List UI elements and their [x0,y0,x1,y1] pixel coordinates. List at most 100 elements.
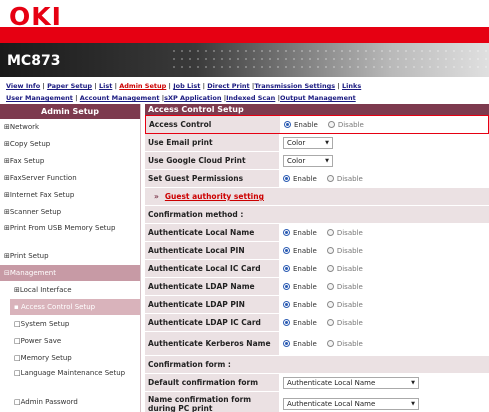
default-form-select[interactable]: Authenticate Local Name ▼ [283,376,419,389]
radio-selected-icon [283,340,290,347]
row-guest-authority: » Guest authority setting [145,188,489,206]
nav-link-direct-print[interactable]: Direct Print [207,82,249,90]
radio-unselected-icon [326,175,334,182]
guest-disable-radio[interactable]: Disable [326,175,363,183]
radio-selected-icon [284,121,291,128]
guest-authority-cell: » Guest authority setting [145,188,489,205]
nav-link-output-management[interactable]: Output Management [280,94,356,102]
nav-link-view-info[interactable]: View Info [6,82,40,90]
auth-ldap-pin-label: Authenticate LDAP PIN [145,296,279,313]
guest-enable-radio[interactable]: Enable [283,175,317,183]
sidebar-item-label: Power Save [20,337,62,345]
select-value: Authenticate Local Name [287,399,376,408]
nav-link-job-list[interactable]: Job List [173,82,200,90]
row-auth-local-pin: Authenticate Local PIN Enable Disable [145,242,489,260]
auth-ldap-ic-disable-radio[interactable]: Disable [326,319,363,327]
nav-link-sxp-application[interactable]: sXP Application [164,94,221,102]
sidebar-item-admin-password[interactable]: □Admin Password [0,394,140,411]
sidebar-item-fax-setup[interactable]: ⊞Fax Setup [0,153,140,170]
square-outline-icon: □ [14,320,21,328]
radio-label: Enable [293,246,317,255]
name-form-pc-select[interactable]: Authenticate Local Name ▼ [283,397,419,410]
row-default-confirmation-form: Default confirmation form Authenticate L… [145,374,489,392]
auth-local-ic-disable-radio[interactable]: Disable [326,265,363,273]
auth-ldap-name-enable-radio[interactable]: Enable [283,283,317,291]
nav-link-transmission-settings[interactable]: Transmission Settings [254,82,335,90]
row-use-cloud-print: Use Google Cloud Print Color ▼ [145,152,489,170]
radio-selected-icon [283,247,290,254]
auth-kerberos-value: Enable Disable [281,332,489,355]
row-auth-ldap-ic: Authenticate LDAP IC Card Enable Disable [145,314,489,332]
auth-local-name-enable-radio[interactable]: Enable [283,229,317,237]
sidebar-item-print-setup[interactable]: ⊞Print Setup [0,248,140,265]
name-form-pc-value: Authenticate Local Name ▼ [281,392,489,412]
auth-local-pin-disable-radio[interactable]: Disable [326,247,363,255]
sidebar-item-scanner-setup[interactable]: ⊞Scanner Setup [0,204,140,221]
nav-link-account-management[interactable]: Account Management [80,94,160,102]
sidebar-item-power-save[interactable]: □Power Save [0,333,140,350]
auth-kerberos-label: Authenticate Kerberos Name [145,332,279,355]
nav-link-paper-setup[interactable]: Paper Setup [47,82,92,90]
access-control-panel: Access Control Setup Access Control Enab… [145,104,489,412]
nav-link-user-management[interactable]: User Management [6,94,73,102]
access-control-enable-radio[interactable]: Enable [284,121,318,129]
radio-label: Disable [336,228,363,237]
auth-local-pin-enable-radio[interactable]: Enable [283,247,317,255]
access-control-disable-radio[interactable]: Disable [327,121,364,129]
access-control-label: Access Control [146,116,280,133]
sidebar-item-label: Memory Setup [20,354,72,362]
sidebar-item-label: Language Maintenance Setup [20,369,126,377]
auth-ldap-name-label: Authenticate LDAP Name [145,278,279,295]
auth-kerberos-disable-radio[interactable]: Disable [326,339,363,348]
auth-local-name-value: Enable Disable [281,224,489,241]
auth-ldap-pin-enable-radio[interactable]: Enable [283,301,317,309]
auth-local-ic-enable-radio[interactable]: Enable [283,265,317,273]
nav-link-list[interactable]: List [99,82,112,90]
sidebar-item-network[interactable]: ⊞Network [0,119,140,136]
default-form-value: Authenticate Local Name ▼ [281,374,489,391]
banner-pattern [170,47,489,73]
nav-link-admin-setup[interactable]: Admin Setup [119,82,166,90]
nav-link-indexed-scan[interactable]: Indexed Scan [226,94,275,102]
sidebar-item-internet-fax-setup[interactable]: ⊞Internet Fax Setup [0,187,140,204]
auth-ldap-pin-disable-radio[interactable]: Disable [326,300,363,309]
sidebar-item-management[interactable]: ⊟Management [0,265,140,282]
email-print-select[interactable]: Color ▼ [283,136,333,149]
auth-ldap-ic-enable-radio[interactable]: Enable [283,319,317,327]
radio-unselected-icon [326,229,334,236]
sidebar-item-language-maintenance[interactable]: □Language Maintenance Setup [0,367,140,394]
cloud-print-value: Color ▼ [281,152,489,169]
model-banner: MC873 [0,43,489,77]
row-confirmation-method: Confirmation method : [145,206,489,224]
guest-authority-link[interactable]: Guest authority setting [165,192,264,201]
default-form-label: Default confirmation form [145,374,279,391]
sidebar-item-system-setup[interactable]: □System Setup [0,316,140,333]
cloud-print-select[interactable]: Color ▼ [283,154,333,167]
radio-unselected-icon [326,340,334,347]
sidebar-item-copy-setup[interactable]: ⊞Copy Setup [0,136,140,153]
sidebar-title: Admin Setup [0,104,140,119]
sidebar-item-access-control-setup[interactable]: ▪ Access Control Setup [10,299,140,316]
radio-label: Enable [293,264,317,273]
nav-link-links[interactable]: Links [342,82,361,90]
sidebar-item-print-from-usb[interactable]: ⊞Print From USB Memory Setup [0,221,140,248]
radio-label: Enable [293,300,317,309]
auth-local-name-disable-radio[interactable]: Disable [326,228,363,237]
select-value: Color [287,138,306,147]
sidebar-item-local-interface[interactable]: ⊞Local Interface [0,282,140,299]
guest-permissions-value: Enable Disable [281,170,489,187]
confirmation-method-heading: Confirmation method : [145,206,489,223]
radio-label: Disable [336,339,363,348]
radio-selected-icon [283,301,290,308]
auth-kerberos-enable-radio[interactable]: Enable [283,340,317,348]
row-auth-ldap-pin: Authenticate LDAP PIN Enable Disable [145,296,489,314]
row-guest-permissions: Set Guest Permissions Enable Disable [145,170,489,188]
top-nav-row-1: View Info | Paper Setup | List | Admin S… [6,82,362,90]
panel-header: Access Control Setup [145,104,489,115]
radio-label: Disable [336,300,363,309]
sidebar-item-memory-setup[interactable]: □Memory Setup [0,350,140,367]
sidebar-item-faxserver-function[interactable]: ⊞FaxServer Function [0,170,140,187]
radio-selected-icon [283,175,290,182]
auth-ldap-name-disable-radio[interactable]: Disable [326,283,363,291]
radio-unselected-icon [327,121,335,128]
